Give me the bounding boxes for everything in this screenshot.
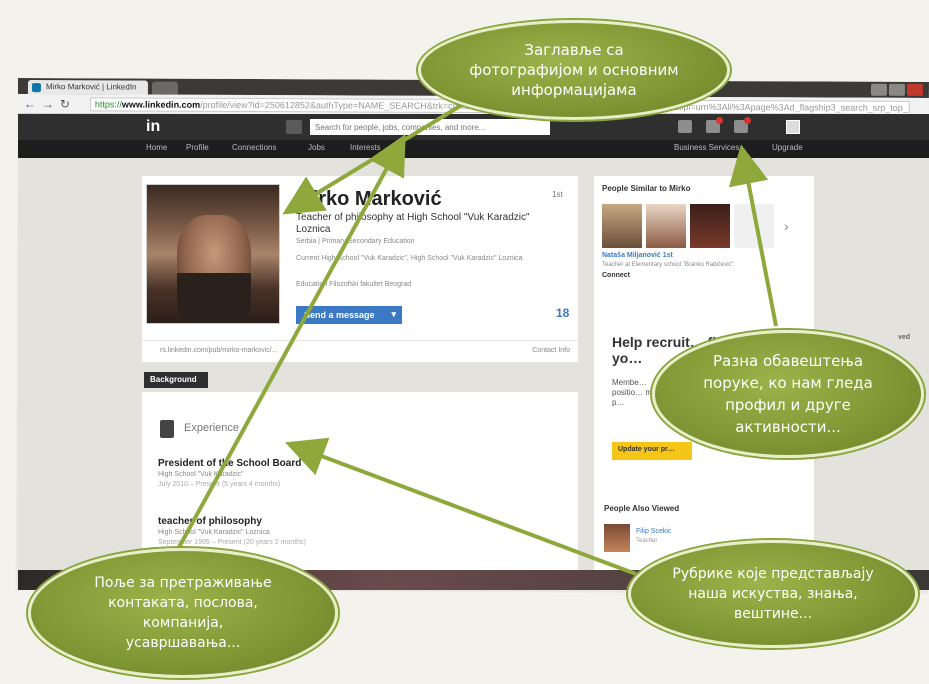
job-title[interactable]: teacher of philosophy	[158, 516, 262, 527]
advanced-search-icon[interactable]	[286, 120, 302, 134]
connections-badge	[744, 117, 751, 124]
similar-person-photo[interactable]	[690, 204, 730, 248]
job-org[interactable]: High School "Vuk Karadzic" Loznica	[158, 529, 270, 536]
people-also-viewed-title: People Also Viewed	[604, 504, 680, 513]
minimize-icon[interactable]	[870, 83, 887, 96]
also-viewed-sub: Teacher	[636, 538, 658, 544]
menu-jobs[interactable]: Jobs	[308, 143, 325, 152]
profile-headline: Teacher of philosophy at High School "Vu…	[296, 212, 530, 235]
linkedin-logo[interactable]: in	[146, 118, 168, 136]
callout-text: Разна обавештења поруке, ко нам гледа пр…	[703, 352, 873, 436]
menu-home[interactable]: Home	[146, 143, 167, 152]
profile-education: Education Filozofski fakultet Beograd	[296, 281, 412, 288]
similar-person-job: Teacher at Elementary school "Branko Rad…	[602, 262, 734, 268]
chevron-down-icon[interactable]: ▾	[391, 309, 396, 320]
url-scheme: https://	[94, 99, 122, 110]
add-connections-icon[interactable]	[734, 117, 751, 133]
background-tab[interactable]: Background	[144, 372, 208, 388]
similar-person-photo[interactable]	[602, 204, 642, 248]
linkedin-favicon-icon	[31, 83, 41, 93]
connect-link[interactable]: Connect	[602, 272, 630, 279]
profile-name: Mirko Marković	[296, 188, 442, 210]
window-controls	[870, 83, 923, 96]
notification-badge	[716, 117, 723, 124]
chevron-right-icon[interactable]: ›	[784, 218, 789, 234]
header-icons	[678, 117, 751, 133]
close-icon[interactable]	[906, 83, 923, 96]
job-title[interactable]: President of the School Board	[158, 458, 301, 469]
menu-profile[interactable]: Profile	[186, 143, 209, 152]
also-viewed-name[interactable]: Filip Scekic	[636, 528, 671, 535]
update-profile-button[interactable]: Update your pr…	[612, 442, 692, 460]
similar-title: People Similar to Mirko	[602, 184, 691, 193]
tab-title: Mirko Marković | LinkedIn	[45, 82, 137, 92]
experience-icon	[160, 420, 174, 438]
messages-icon[interactable]	[678, 120, 692, 133]
job-org[interactable]: High School "Vuk Karadzic"	[158, 471, 244, 478]
profile-photo	[146, 184, 280, 324]
connection-degree: 1st	[552, 190, 563, 199]
send-message-button[interactable]: Send a message ▾	[296, 306, 402, 324]
menu-business-services[interactable]: Business Services	[674, 143, 739, 152]
also-viewed-photo[interactable]	[604, 524, 630, 552]
linkedin-header: in	[18, 114, 929, 140]
beard	[177, 273, 251, 323]
connections-count[interactable]: 18	[556, 306, 569, 320]
send-message-label: Send a message	[304, 310, 375, 320]
callout-sections: Рубрике које представљају наша искуства,…	[628, 540, 918, 648]
callout-header-info: Заглавље са фотографијом и основним инфо…	[418, 20, 730, 120]
profile-url-row: rs.linkedin.com/pub/mirko-markovic/... C…	[142, 340, 578, 360]
account-avatar[interactable]	[786, 120, 800, 134]
callout-text: Поље за претраживање контаката, послова,…	[94, 575, 272, 651]
menu-upgrade[interactable]: Upgrade	[772, 143, 803, 152]
callout-search-field: Поље за претраживање контаката, послова,…	[28, 548, 338, 678]
search-input[interactable]	[310, 119, 550, 135]
menu-interests[interactable]: Interests	[350, 143, 381, 152]
public-profile-url[interactable]: rs.linkedin.com/pub/mirko-markovic/...	[160, 347, 277, 354]
job-date: July 2010 – Present (5 years 4 months)	[158, 481, 281, 488]
browser-tab[interactable]: Mirko Marković | LinkedIn	[27, 80, 148, 95]
viewed-label: ved	[898, 334, 911, 341]
nav-buttons[interactable]: ←→↻	[24, 97, 76, 111]
contact-info-link[interactable]: Contact Info	[532, 347, 570, 354]
experience-title: Experience	[184, 422, 240, 434]
profile-current: Current High School "Vuk Karadzic", High…	[296, 255, 523, 262]
similar-person-photo[interactable]	[734, 204, 774, 248]
browser-tab-new[interactable]	[151, 81, 178, 95]
similar-person-photo[interactable]	[646, 204, 686, 248]
callout-notifications: Разна обавештења поруке, ко нам гледа пр…	[652, 330, 924, 458]
callout-text: Рубрике које представљају наша искуства,…	[672, 566, 874, 622]
linkedin-menu: Home Profile Connections Jobs Interests …	[18, 140, 929, 158]
job-date: September 1995 – Present (20 years 2 mon…	[158, 539, 306, 546]
callout-text: Заглавље са фотографијом и основним инфо…	[469, 41, 679, 99]
url-host: www.linkedin.com	[121, 99, 201, 110]
similar-person-name[interactable]: Nataša Miljanović 1st	[602, 252, 673, 259]
notifications-flag-icon[interactable]	[706, 117, 723, 133]
menu-connections[interactable]: Connections	[232, 143, 276, 152]
profile-location: Serbia | Primary/Secondary Education	[296, 238, 415, 245]
maximize-icon[interactable]	[888, 83, 905, 96]
